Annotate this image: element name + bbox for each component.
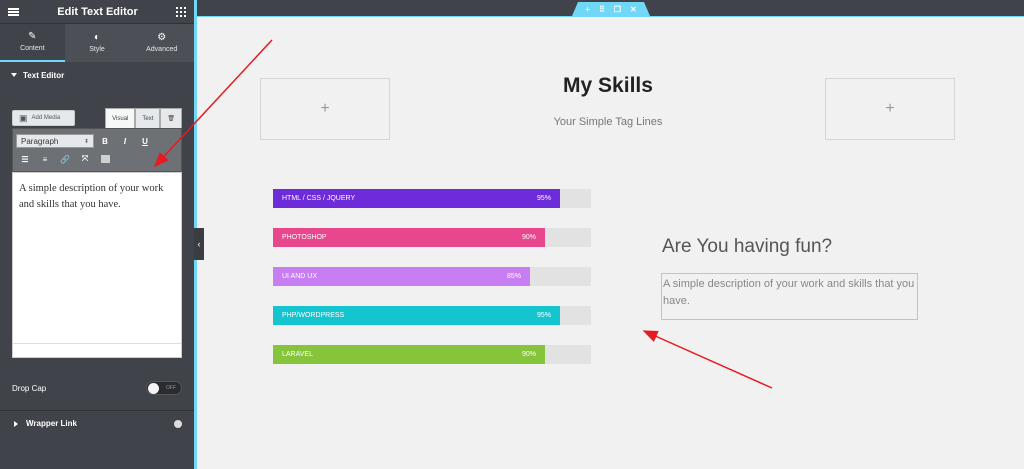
trash-icon[interactable]: 🗑 (160, 108, 182, 128)
skill-bar: HTML / CSS / JQUERY 95% (273, 189, 591, 208)
editor-tabs-row: ▣ Add Media Visual Text 🗑 (12, 108, 182, 128)
editor-statusbar (13, 343, 181, 357)
editor-panel: Edit Text Editor ✎ Content ◐ Style ⚙ Adv… (0, 0, 194, 469)
skill-percent: 90% (521, 351, 536, 358)
caret-down-icon (11, 73, 17, 77)
skill-bar-fill: PHP/WORDPRESS 95% (273, 306, 560, 325)
arrow-to-description (642, 330, 773, 389)
section-handle[interactable]: + ⠿ ❐ ✕ (572, 2, 650, 16)
wysiwyg-editor: ▣ Add Media Visual Text 🗑 Paragraph ⬍ B … (12, 108, 182, 358)
wrapper-link-left: Wrapper Link (14, 419, 77, 428)
duplicate-icon[interactable]: ❐ (614, 5, 621, 14)
underline-button[interactable]: U (136, 133, 154, 149)
half-circle-icon: ◐ (93, 32, 101, 43)
tab-content[interactable]: ✎ Content (0, 24, 65, 62)
toolbar-row-1: Paragraph ⬍ B I U (16, 132, 178, 150)
toggle-state: OFF (166, 385, 176, 391)
section-wrapper-link[interactable]: Wrapper Link (0, 410, 194, 436)
bold-button[interactable]: B (96, 133, 114, 149)
skill-label: PHOTOSHOP (282, 234, 327, 241)
tab-advanced-label: Advanced (146, 46, 178, 53)
tab-content-label: Content (20, 45, 45, 52)
skill-bar-fill: PHOTOSHOP 90% (273, 228, 545, 247)
toggle-knob (148, 383, 159, 394)
collapse-panel-button[interactable]: ‹ (194, 228, 204, 260)
drop-cap-row: Drop Cap OFF (0, 377, 194, 399)
database-icon (174, 419, 182, 428)
add-widget-icon[interactable]: + (320, 100, 329, 118)
skill-bar: UI AND UX 85% (273, 267, 591, 286)
toolbar-row-2: ☰ ≡ 🔗 ⤧ (16, 150, 178, 168)
tab-style-label: Style (89, 46, 105, 53)
tab-style[interactable]: ◐ Style (65, 24, 130, 62)
add-media-label: Add Media (31, 115, 61, 121)
format-toolbar: Paragraph ⬍ B I U ☰ ≡ 🔗 ⤧ (12, 128, 182, 172)
section-outline (197, 16, 1024, 17)
add-section-icon[interactable]: + (585, 5, 590, 14)
tab-text[interactable]: Text (135, 108, 161, 128)
widgets-grid-icon[interactable] (176, 6, 186, 17)
chevron-down-icon: ⬍ (83, 138, 89, 145)
bullet-list-icon[interactable]: ☰ (16, 151, 34, 167)
skill-bar-fill: LARAVEL 90% (273, 345, 545, 364)
skill-bar-fill: UI AND UX 85% (273, 267, 530, 286)
format-select-value: Paragraph (21, 136, 59, 146)
skill-percent: 95% (536, 312, 551, 319)
caret-right-icon (14, 420, 18, 427)
drag-handle-icon[interactable]: ⠿ (599, 5, 605, 14)
editor-content: A simple description of your work and sk… (19, 183, 164, 210)
italic-button[interactable]: I (116, 133, 134, 149)
wrapper-link-label: Wrapper Link (26, 419, 77, 428)
skill-percent: 85% (506, 273, 521, 280)
link-icon[interactable]: 🔗 (56, 151, 74, 167)
fullscreen-icon[interactable]: ⤧ (76, 151, 94, 167)
tab-advanced[interactable]: ⚙ Advanced (129, 24, 194, 62)
toolbar-toggle-icon[interactable] (96, 151, 114, 167)
skill-label: UI AND UX (282, 273, 318, 280)
gear-icon: ⚙ (157, 32, 167, 43)
numbered-list-icon[interactable]: ≡ (36, 151, 54, 167)
drop-cap-toggle[interactable]: OFF (146, 381, 182, 395)
empty-column-left[interactable]: + (260, 78, 390, 140)
close-icon[interactable]: ✕ (630, 5, 637, 14)
skill-percent: 95% (536, 195, 551, 202)
page-title: My Skills (563, 74, 653, 97)
fun-heading: Are You having fun? (662, 236, 833, 257)
panel-tabs: ✎ Content ◐ Style ⚙ Advanced (0, 24, 194, 62)
section-title: Text Editor (23, 70, 65, 80)
skill-bar: PHOTOSHOP 90% (273, 228, 591, 247)
tab-visual[interactable]: Visual (105, 108, 136, 128)
fun-description-text: A simple description of your work and sk… (663, 278, 915, 307)
media-icon: ▣ (19, 112, 28, 123)
panel-title: Edit Text Editor (57, 5, 138, 18)
skill-bar-fill: HTML / CSS / JQUERY 95% (273, 189, 560, 208)
drop-cap-label: Drop Cap (12, 383, 47, 393)
mode-tabs: Visual Text 🗑 (105, 108, 182, 128)
panel-header: Edit Text Editor (0, 0, 194, 24)
menu-icon[interactable] (8, 7, 19, 16)
pencil-icon: ✎ (28, 31, 37, 42)
empty-column-right[interactable]: + (825, 78, 955, 140)
format-select[interactable]: Paragraph ⬍ (16, 134, 94, 148)
page-subtitle: Your Simple Tag Lines (553, 116, 663, 128)
skill-label: LARAVEL (282, 351, 313, 358)
add-widget-icon[interactable]: + (885, 100, 894, 118)
section-text-editor[interactable]: Text Editor (0, 62, 194, 88)
skill-percent: 90% (521, 234, 536, 241)
editor-textarea[interactable]: A simple description of your work and sk… (12, 172, 182, 358)
skill-label: PHP/WORDPRESS (282, 312, 345, 319)
fun-description-editor[interactable]: A simple description of your work and sk… (661, 273, 918, 320)
skill-bar: LARAVEL 90% (273, 345, 591, 364)
skill-bar: PHP/WORDPRESS 95% (273, 306, 591, 325)
add-media-button[interactable]: ▣ Add Media (12, 110, 75, 126)
skill-label: HTML / CSS / JQUERY (282, 195, 356, 202)
